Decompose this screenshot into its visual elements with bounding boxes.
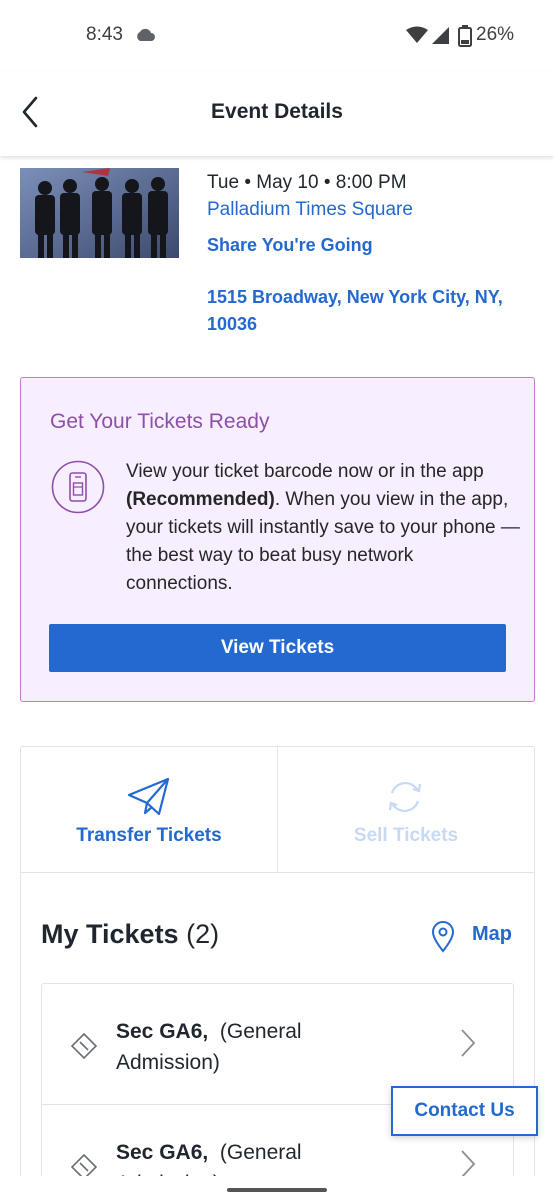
sync-icon bbox=[388, 781, 422, 813]
battery-percent: 26% bbox=[476, 24, 515, 45]
transfer-tickets-label: Transfer Tickets bbox=[76, 825, 222, 846]
ticket-icon bbox=[70, 1032, 98, 1060]
phone-ticket-icon bbox=[51, 460, 105, 514]
share-going-link[interactable]: Share You're Going bbox=[207, 235, 373, 256]
home-indicator[interactable] bbox=[227, 1188, 327, 1192]
venue-address-link[interactable]: 1515 Broadway, New York City, NY, 10036 bbox=[207, 284, 527, 338]
signal-icon bbox=[432, 27, 449, 44]
status-bar: 8:43 26% bbox=[0, 0, 554, 72]
my-tickets-title: My Tickets bbox=[41, 919, 179, 949]
event-venue-link[interactable]: Palladium Times Square bbox=[207, 199, 413, 221]
event-image bbox=[20, 168, 179, 258]
ready-card-title: Get Your Tickets Ready bbox=[50, 410, 270, 433]
paper-plane-icon bbox=[127, 777, 170, 816]
ready-text-part: View your ticket barcode now or in the a… bbox=[126, 461, 484, 482]
chevron-right-icon bbox=[461, 1029, 476, 1057]
chevron-right-icon bbox=[461, 1150, 476, 1178]
ready-card-description: View your ticket barcode now or in the a… bbox=[126, 458, 521, 598]
system-nav-bar bbox=[0, 1176, 554, 1200]
app-header: Event Details bbox=[0, 72, 554, 156]
view-tickets-button[interactable]: View Tickets bbox=[49, 624, 506, 672]
wifi-icon bbox=[406, 26, 428, 43]
ticket-section-id: Sec GA6, bbox=[116, 1020, 209, 1043]
sell-tickets-label: Sell Tickets bbox=[353, 825, 459, 846]
page-title: Event Details bbox=[211, 100, 343, 123]
map-pin-icon[interactable] bbox=[431, 921, 455, 953]
ticket-section: Sec GA6, (General Admission) bbox=[116, 1016, 376, 1078]
ticket-section-id: Sec GA6, bbox=[116, 1141, 209, 1164]
transfer-tickets-action[interactable]: Transfer Tickets bbox=[21, 747, 277, 873]
contact-us-button[interactable]: Contact Us bbox=[391, 1086, 538, 1136]
sell-tickets-action[interactable]: Sell Tickets bbox=[278, 747, 534, 873]
cloud-icon bbox=[137, 28, 155, 41]
map-link[interactable]: Map bbox=[472, 923, 512, 946]
status-time: 8:43 bbox=[86, 24, 123, 45]
my-tickets-heading: My Tickets (2) bbox=[41, 919, 219, 950]
event-date: Tue • May 10 • 8:00 PM bbox=[207, 172, 407, 193]
tickets-ready-card: Get Your Tickets Ready View your ticket … bbox=[20, 377, 535, 702]
ready-text-recommended: (Recommended) bbox=[126, 489, 275, 510]
my-tickets-count: (2) bbox=[186, 919, 220, 949]
ticket-actions-row: Transfer Tickets Sell Tickets bbox=[21, 747, 534, 873]
battery-icon bbox=[458, 25, 472, 47]
